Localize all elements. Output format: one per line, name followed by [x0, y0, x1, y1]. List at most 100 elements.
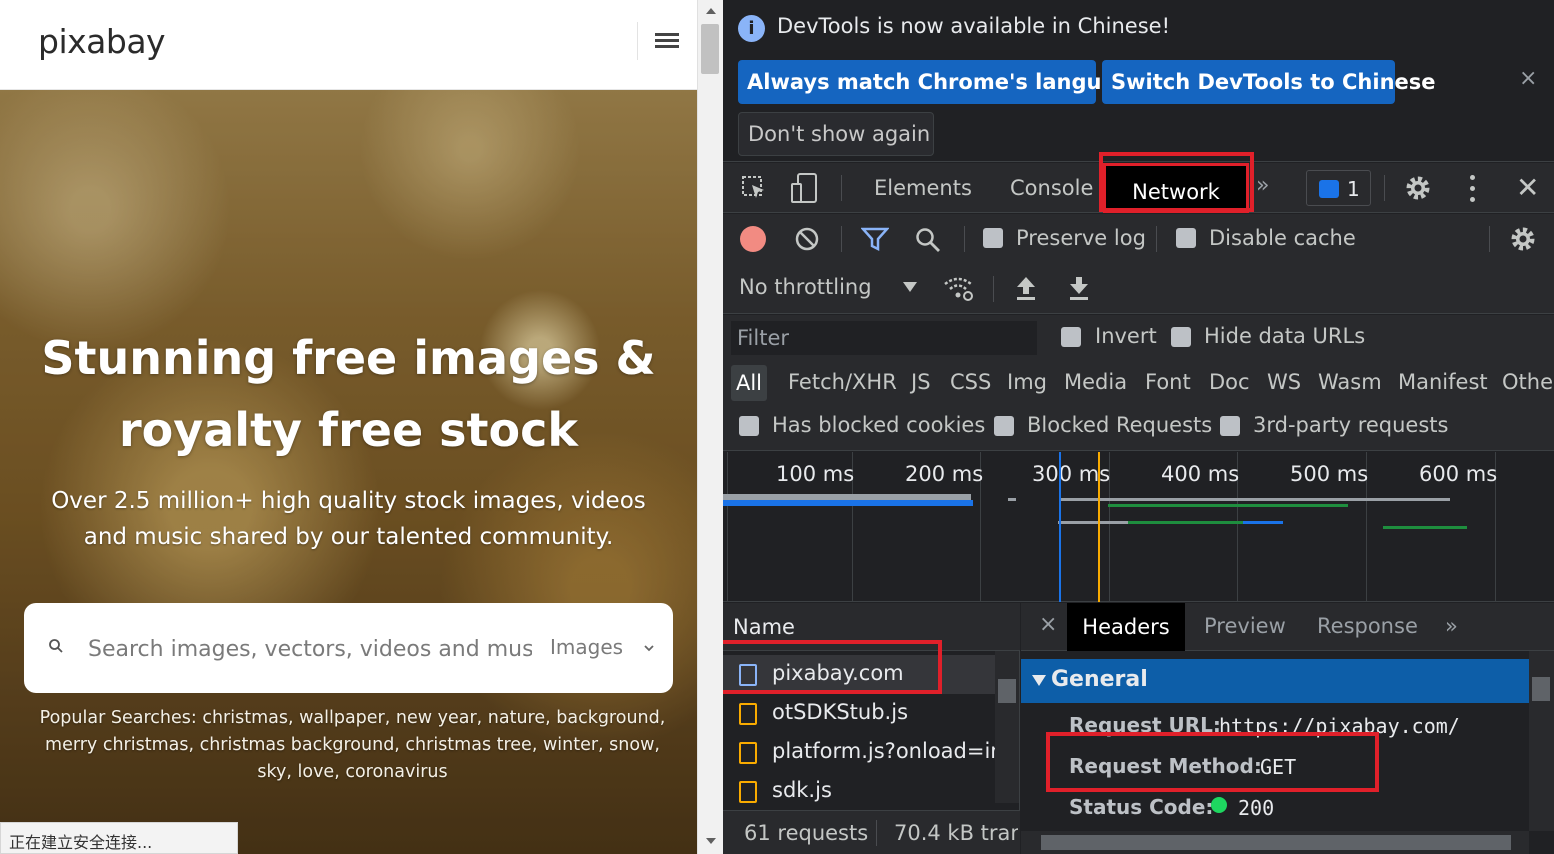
request-url-value: https://pixabay.com/ [1219, 714, 1460, 738]
type-filter-media[interactable]: Media [1064, 370, 1127, 394]
type-filter-manifest[interactable]: Manifest [1398, 370, 1488, 394]
close-devtools-icon[interactable]: ✕ [1516, 171, 1539, 204]
details-scrollbar[interactable] [1529, 651, 1554, 831]
search-bar: Images [24, 603, 673, 693]
scroll-thumb[interactable] [998, 679, 1016, 703]
dom-content-loaded-marker [1059, 452, 1061, 602]
device-toolbar-icon[interactable] [790, 172, 818, 204]
type-filter-fetch-xhr[interactable]: Fetch/XHR [788, 370, 897, 394]
preserve-log-checkbox[interactable] [983, 228, 1003, 248]
divider [964, 226, 965, 252]
hide-data-urls-checkbox[interactable] [1171, 327, 1191, 347]
issues-button[interactable]: 1 [1306, 170, 1371, 206]
site-header: pixabay [0, 0, 697, 90]
chevron-down-icon[interactable] [642, 641, 656, 655]
tab-headers[interactable]: Headers [1067, 603, 1185, 651]
blocked-requests-checkbox[interactable] [994, 416, 1014, 436]
general-label: General [1051, 667, 1148, 692]
tab-elements[interactable]: Elements [874, 176, 972, 200]
third-party-checkbox[interactable] [1220, 416, 1240, 436]
infobar-close-icon[interactable]: × [1519, 66, 1537, 91]
scroll-thumb[interactable] [701, 24, 719, 74]
tab-preview[interactable]: Preview [1204, 614, 1286, 638]
inspect-element-icon[interactable] [740, 174, 768, 202]
has-blocked-cookies-label: Has blocked cookies [772, 413, 986, 437]
request-name: sdk.js [772, 778, 832, 802]
timeline-bar [1243, 521, 1283, 524]
type-filter-doc[interactable]: Doc [1209, 370, 1250, 394]
request-row[interactable]: pixabay.com [723, 655, 995, 694]
timeline-bar [1383, 526, 1467, 529]
pixabay-logo[interactable]: pixabay [38, 22, 166, 61]
always-match-language-button[interactable]: Always match Chrome's language [738, 60, 1145, 104]
type-filter-img[interactable]: Img [1007, 370, 1047, 394]
settings-gear-icon[interactable] [1404, 174, 1432, 202]
timeline-bar [1128, 521, 1248, 524]
has-blocked-cookies-checkbox[interactable] [739, 416, 759, 436]
dont-show-again-button[interactable]: Don't show again [738, 112, 934, 156]
network-conditions-wifi-icon[interactable] [942, 274, 974, 302]
scroll-thumb[interactable] [1532, 677, 1550, 701]
general-section-header[interactable]: General [1021, 659, 1529, 703]
export-har-download-icon[interactable] [1067, 274, 1091, 302]
search-type-select[interactable]: Images [550, 635, 623, 659]
scroll-up-arrow-icon[interactable] [706, 8, 716, 14]
status-code-value: 200 [1238, 796, 1275, 820]
page-scrollbar[interactable] [697, 0, 723, 854]
type-filter-css[interactable]: CSS [950, 370, 991, 394]
hamburger-menu-icon[interactable] [655, 33, 679, 51]
request-row[interactable]: platform.js?onload=init [723, 733, 995, 772]
tab-network[interactable]: Network [1103, 163, 1249, 213]
scroll-thumb[interactable] [1041, 835, 1511, 850]
request-list-scrollbar[interactable] [995, 651, 1019, 803]
details-horizontal-scrollbar[interactable] [1021, 831, 1529, 854]
infobar-message: DevTools is now available in Chinese! [777, 14, 1170, 38]
timeline-label: 100 ms [776, 462, 855, 486]
more-tabs-chevron-icon[interactable]: » [1445, 614, 1458, 638]
name-column-label: Name [733, 615, 795, 639]
type-filter-wasm[interactable]: Wasm [1318, 370, 1382, 394]
request-row[interactable]: sdk.js [723, 772, 995, 806]
filter-funnel-icon[interactable] [861, 226, 889, 252]
disable-cache-checkbox[interactable] [1176, 228, 1196, 248]
script-icon [739, 742, 757, 764]
switch-to-chinese-button[interactable]: Switch DevTools to Chinese [1102, 60, 1436, 104]
type-filter-font[interactable]: Font [1145, 370, 1191, 394]
network-toolbar-secondary: No throttling [723, 264, 1554, 314]
scroll-down-arrow-icon[interactable] [706, 838, 716, 844]
network-timeline-overview[interactable]: 100 ms 200 ms 300 ms 400 ms 500 ms 600 m… [723, 452, 1554, 602]
request-row[interactable]: otSDKStub.js [723, 694, 995, 733]
request-name: pixabay.com [772, 661, 904, 685]
type-filter-ws[interactable]: WS [1267, 370, 1301, 394]
type-filter-other[interactable]: Other [1502, 370, 1554, 394]
hero-section: Stunning free images & royalty free stoc… [0, 90, 697, 854]
hide-data-urls-label: Hide data URLs [1204, 324, 1366, 348]
browser-status-bar: 正在建立安全连接... [0, 822, 238, 854]
timeline-gridline [727, 452, 728, 602]
divider [841, 175, 842, 201]
close-details-icon[interactable]: × [1039, 612, 1057, 637]
name-column-header[interactable]: Name [723, 603, 1020, 651]
invert-checkbox[interactable] [1061, 327, 1081, 347]
throttling-select[interactable]: No throttling [739, 275, 872, 299]
tab-response[interactable]: Response [1317, 614, 1418, 638]
more-tabs-chevron-icon[interactable]: » [1256, 173, 1269, 198]
type-filter-all[interactable]: All [731, 365, 767, 401]
filter-input[interactable] [731, 321, 1037, 355]
tab-console[interactable]: Console [1010, 176, 1093, 200]
more-options-kebab-icon[interactable] [1468, 175, 1476, 203]
dropdown-caret-icon[interactable] [903, 282, 917, 292]
issues-count: 1 [1347, 177, 1360, 201]
search-icon[interactable] [48, 638, 64, 654]
search-icon[interactable] [914, 226, 942, 254]
search-input[interactable] [88, 631, 532, 667]
script-icon [739, 703, 757, 725]
type-filter-js[interactable]: JS [911, 370, 931, 394]
timeline-bar [723, 500, 973, 506]
language-infobar: i DevTools is now available in Chinese! … [723, 0, 1554, 162]
request-name: platform.js?onload=init [772, 739, 995, 763]
record-icon[interactable] [740, 226, 766, 252]
import-har-upload-icon[interactable] [1014, 274, 1038, 302]
network-settings-gear-icon[interactable] [1509, 225, 1537, 253]
clear-icon[interactable] [794, 226, 820, 252]
